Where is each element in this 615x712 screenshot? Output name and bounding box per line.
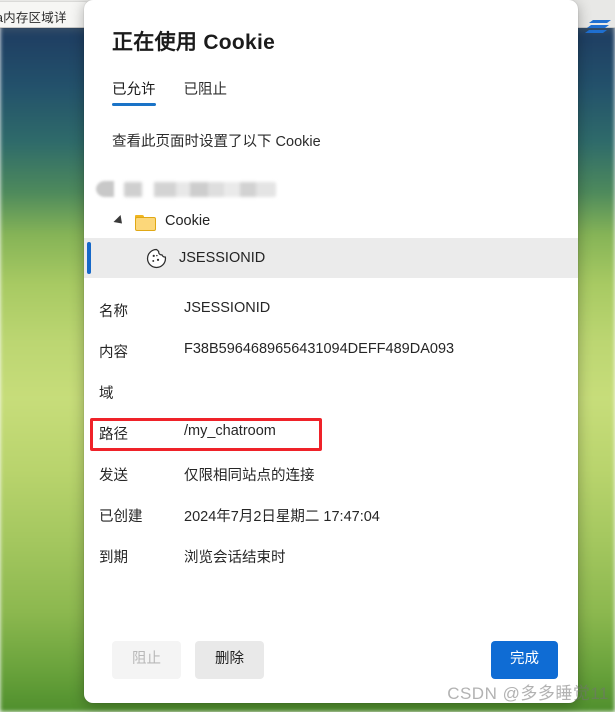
dialog-subtitle: 查看此页面时设置了以下 Cookie [112, 134, 321, 150]
chevron-expand-icon[interactable] [113, 214, 126, 228]
dialog-footer: 阻止 删除 完成 [84, 617, 578, 703]
delete-button[interactable]: 删除 [195, 641, 264, 679]
tab-blocked[interactable]: 已阻止 [184, 78, 228, 106]
browser-tab[interactable]: a内存区域详 [0, 2, 92, 28]
globe-icon [96, 181, 114, 197]
brand-logo-icon [579, 14, 613, 40]
detail-value: JSESSIONID [184, 300, 271, 316]
detail-value: /my_chatroom [184, 423, 276, 439]
tree-row-origin[interactable] [84, 174, 578, 204]
detail-row-domain: 域 [84, 382, 578, 423]
dialog-header: 正在使用 Cookie [84, 0, 578, 56]
detail-value: 浏览会话结束时 [184, 550, 286, 566]
block-button[interactable]: 阻止 [112, 641, 181, 679]
tree-row-cookie-folder[interactable]: Cookie [84, 204, 578, 238]
detail-row-path: 路径 /my_chatroom [84, 418, 578, 464]
detail-value: 仅限相同站点的连接 [184, 468, 315, 484]
detail-label: 到期 [99, 550, 128, 566]
cookie-detail-list: 名称 JSESSIONID 内容 F38B5964689656431094DEF… [84, 278, 578, 617]
detail-value: F38B5964689656431094DEFF489DA093 [184, 341, 455, 357]
detail-label: 内容 [99, 345, 128, 361]
cookie-tree: Cookie JSESSIONID [84, 173, 578, 278]
detail-label: 路径 [99, 427, 128, 443]
detail-row-content: 内容 F38B5964689656431094DEFF489DA093 [84, 341, 578, 382]
detail-row-name: 名称 JSESSIONID [84, 300, 578, 341]
cookie-icon [146, 248, 167, 269]
selection-indicator [87, 242, 91, 274]
detail-label: 名称 [99, 304, 128, 320]
detail-value: 2024年7月2日星期二 17:47:04 [184, 509, 380, 525]
dialog-title: 正在使用 Cookie [112, 31, 276, 54]
dialog-tabs: 已允许 已阻止 [112, 78, 578, 106]
detail-row-created: 已创建 2024年7月2日星期二 17:47:04 [84, 505, 578, 546]
tree-cookie-label: JSESSIONID [179, 250, 266, 266]
folder-icon [135, 214, 156, 231]
detail-row-send: 发送 仅限相同站点的连接 [84, 464, 578, 505]
screenshot-root: a内存区域详 正在使用 Cookie 已允许 已阻止 查看此页面时设置了以下 C… [0, 0, 615, 712]
detail-label: 已创建 [99, 509, 143, 525]
origin-redacted-label [124, 181, 276, 197]
tab-allowed[interactable]: 已允许 [112, 78, 156, 106]
done-button[interactable]: 完成 [491, 641, 558, 679]
detail-row-expires: 到期 浏览会话结束时 [84, 546, 578, 587]
tree-row-jsessionid[interactable]: JSESSIONID [84, 238, 578, 278]
detail-label: 域 [99, 386, 114, 402]
tree-folder-label: Cookie [165, 213, 211, 229]
cookies-in-use-dialog: 正在使用 Cookie 已允许 已阻止 查看此页面时设置了以下 Cookie C… [84, 0, 578, 703]
detail-label: 发送 [99, 468, 128, 484]
browser-tab-title: a内存区域详 [0, 11, 67, 25]
